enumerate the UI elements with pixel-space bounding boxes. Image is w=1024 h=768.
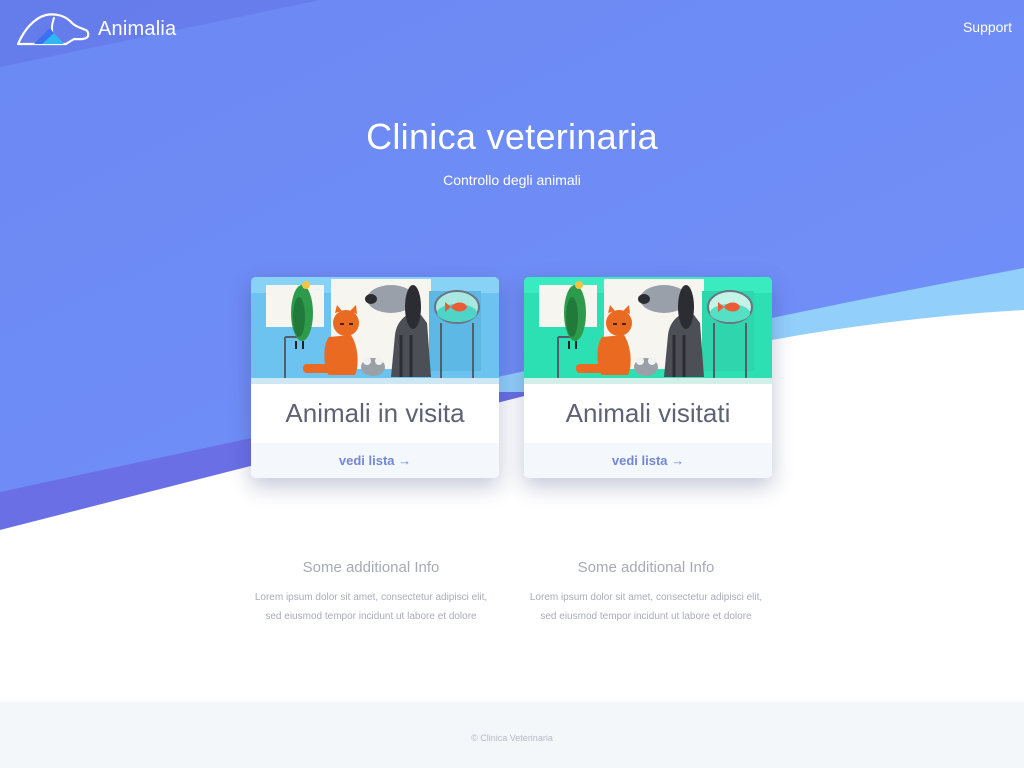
vedi-lista-link[interactable]: vedi lista → xyxy=(524,443,772,478)
info-text-line: Lorem ipsum dolor sit amet, consectetur … xyxy=(529,592,763,603)
navbar: Animalia Support xyxy=(0,0,1024,60)
card-title: Animali visitati xyxy=(565,398,731,428)
dog-silhouette-logo-icon xyxy=(16,13,90,46)
info-text: Lorem ipsum dolor sit amet, consectetur … xyxy=(515,588,777,626)
footer-copyright: © Clinica Veterinaria xyxy=(471,733,553,743)
brand-name: Animalia xyxy=(98,17,177,40)
info-text-line: sed eiusmod tempor incidunt ut labore et… xyxy=(540,611,752,622)
card-animali-visitati[interactable]: Animali visitati vedi lista → xyxy=(524,277,772,478)
hero-title: Clinica veterinaria xyxy=(366,116,658,157)
hero-subtitle: Controllo degli animali xyxy=(443,172,581,188)
vedi-lista-link[interactable]: vedi lista → xyxy=(251,443,499,478)
nav-support-link[interactable]: Support xyxy=(963,19,1012,35)
info-title: Some additional Info xyxy=(577,559,715,576)
card-title: Animali in visita xyxy=(285,398,465,428)
hero: Clinica veterinaria Controllo degli anim… xyxy=(0,116,1024,188)
pets-illustration-image xyxy=(524,277,772,384)
card-animali-in-visita[interactable]: Animali in visita vedi lista → xyxy=(251,277,499,478)
info-block: Some additional Info Lorem ipsum dolor s… xyxy=(240,559,502,626)
info-title: Some additional Info xyxy=(302,559,440,576)
footer: © Clinica Veterinaria xyxy=(0,702,1024,768)
info-text: Lorem ipsum dolor sit amet, consectetur … xyxy=(240,588,502,626)
brand-link[interactable]: Animalia xyxy=(16,10,176,48)
pets-illustration-image xyxy=(251,277,499,384)
info-text-line: sed eiusmod tempor incidunt ut labore et… xyxy=(265,611,477,622)
info-text-line: Lorem ipsum dolor sit amet, consectetur … xyxy=(254,592,488,603)
info-block: Some additional Info Lorem ipsum dolor s… xyxy=(515,559,777,626)
